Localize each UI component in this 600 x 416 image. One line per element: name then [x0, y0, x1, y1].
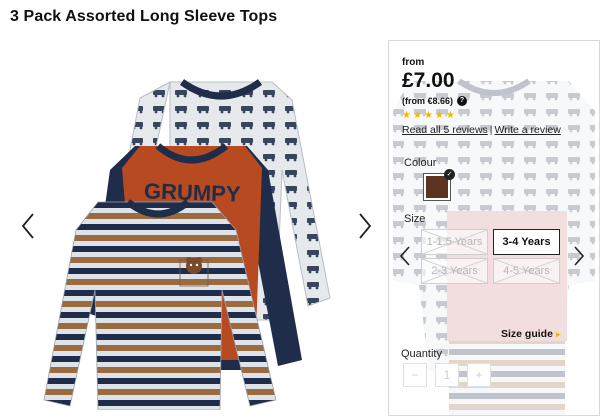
chevron-right-icon [574, 246, 585, 266]
size-option[interactable]: 4-5 Years [493, 258, 560, 284]
size-option-label: 1-1.5 Years [426, 236, 483, 248]
star-icon: ★ [402, 110, 411, 121]
quantity-input[interactable]: 1 [435, 363, 459, 387]
star-rating: ★ ★ ★ ★ ★ [402, 110, 455, 121]
help-icon[interactable]: ? [457, 96, 468, 106]
colour-swatch[interactable]: ✓ [423, 169, 455, 201]
star-icon: ★ [412, 110, 422, 121]
alt-price-row: (from €8.66) ? [402, 96, 468, 106]
write-review-link[interactable]: Write a review [495, 124, 561, 136]
size-option[interactable]: 1-1.5 Years [421, 229, 488, 255]
star-icon: ★ [423, 110, 433, 121]
colour-label: Colour [404, 157, 437, 169]
check-icon: ✓ [444, 169, 455, 180]
size-guide-link[interactable]: Size guide ▸ [501, 328, 560, 340]
gallery-prev-arrow[interactable] [18, 212, 38, 240]
size-option[interactable]: 2-3 Years [421, 258, 488, 284]
star-icon: ★ [445, 110, 455, 121]
price: £7.00 [402, 69, 455, 92]
star-icon: ★ [434, 110, 444, 121]
chevron-left-icon [399, 246, 410, 266]
quantity-decrement-button[interactable]: − [403, 363, 427, 387]
size-option-label: 3-4 Years [502, 236, 551, 248]
size-option-label: 2-3 Years [431, 265, 478, 277]
read-reviews-link[interactable]: Read all 5 reviews [402, 124, 488, 136]
size-option-selected[interactable]: 3-4 Years [493, 229, 560, 255]
review-links: Read all 5 reviews | Write a review [402, 124, 561, 136]
alt-price: (from €8.66) [402, 96, 454, 106]
size-option-label: 4-5 Years [503, 265, 550, 277]
page-title: 3 Pack Assorted Long Sleeve Tops [10, 8, 278, 25]
product-image: GRUMPY [43, 79, 331, 410]
chevron-left-icon [21, 213, 34, 239]
chevron-right-icon: ▸ [555, 328, 561, 339]
quantity-label: Quantity [401, 348, 442, 360]
link-separator: | [489, 124, 493, 136]
product-gallery: GRUMPY [0, 40, 385, 416]
gallery-next-arrow[interactable] [355, 212, 375, 240]
product-detail-panel: from £7.00 (from €8.66) ? ★ ★ ★ ★ ★ Read… [388, 40, 600, 416]
panel-prev-arrow[interactable] [399, 246, 413, 268]
size-label: Size [404, 213, 426, 225]
size-guide-label: Size guide [501, 328, 553, 340]
panel-next-arrow[interactable] [573, 246, 587, 268]
from-label: from [402, 57, 425, 68]
chevron-right-icon [359, 213, 372, 239]
quantity-increment-button[interactable]: + [467, 363, 491, 387]
swatch-fill [426, 176, 448, 198]
